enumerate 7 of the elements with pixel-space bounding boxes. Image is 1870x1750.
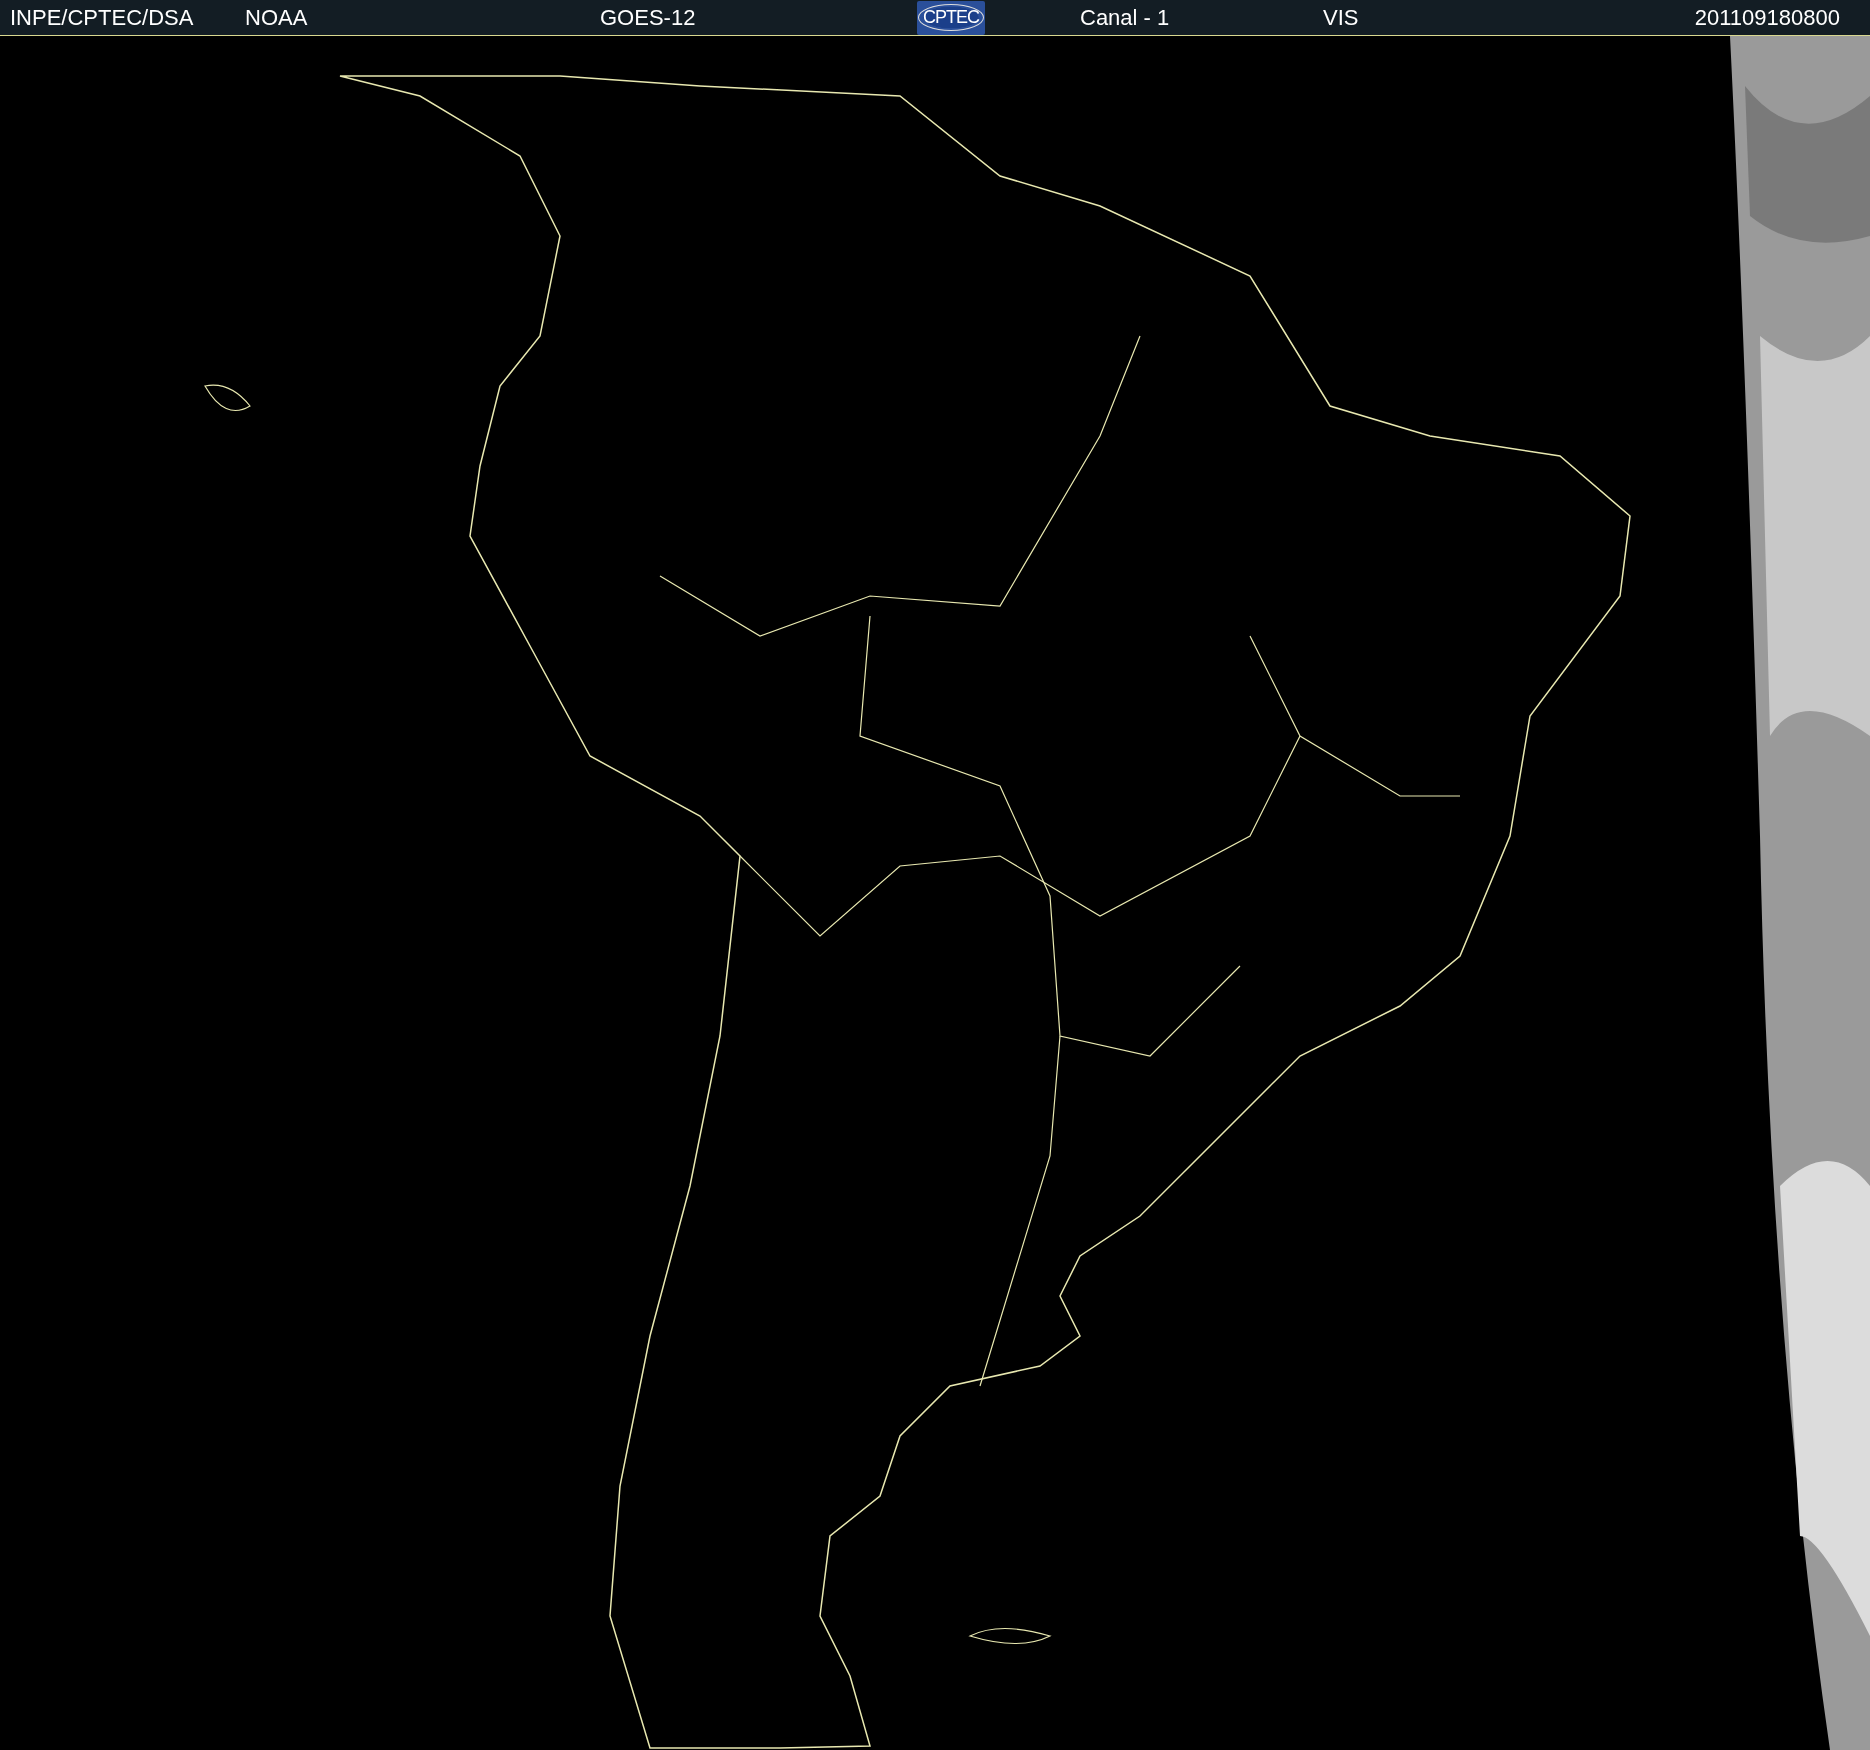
header-label: NOAA [245, 4, 308, 31]
header-label: GOES-12 [600, 4, 696, 31]
header-label: VIS [1323, 4, 1359, 31]
header-label: Canal - 1 [1080, 4, 1170, 31]
header-label: 201109180800 [1694, 4, 1840, 31]
logo: CPTEC [917, 0, 985, 35]
header-label: INPE/CPTEC/DSA [10, 4, 194, 31]
